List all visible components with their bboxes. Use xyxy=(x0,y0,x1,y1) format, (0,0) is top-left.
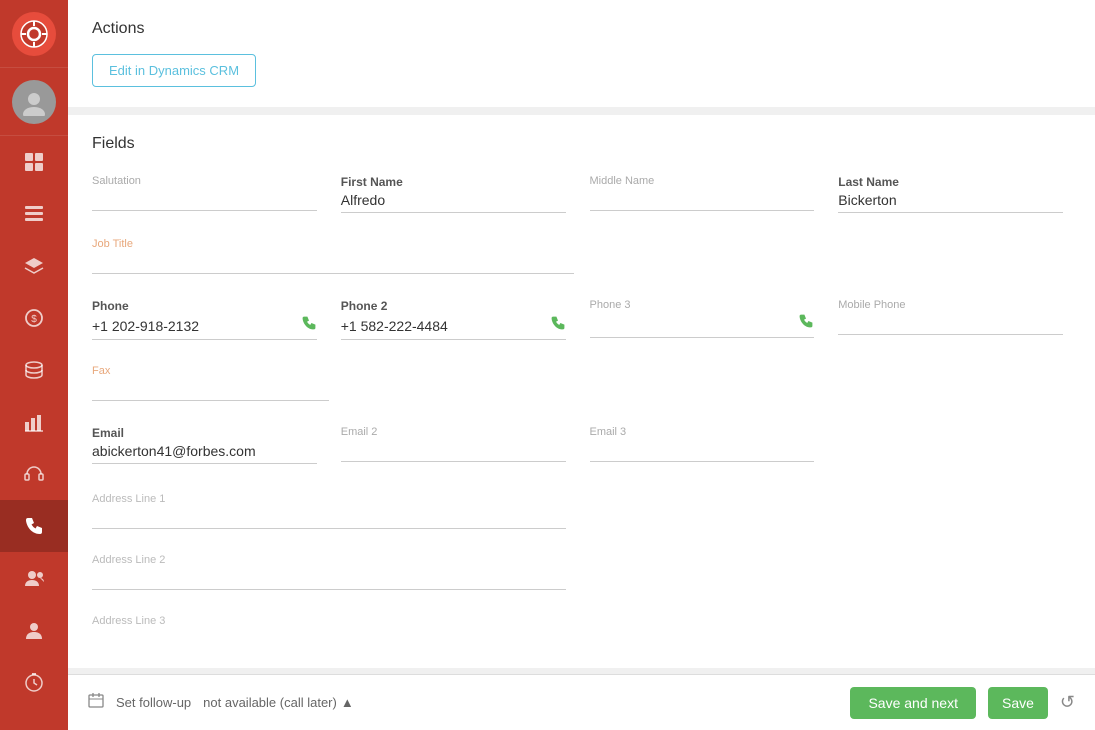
app-logo-icon xyxy=(12,12,56,56)
last-name-label: Last Name xyxy=(838,175,1063,189)
sidebar: $ xyxy=(0,0,68,730)
email-row: Email abickerton41@forbes.com Email 2 Em… xyxy=(92,420,1071,475)
follow-up-select[interactable]: not available (call later) ▲ xyxy=(203,695,354,710)
job-title-label: Job Title xyxy=(92,238,574,250)
phone3-label: Phone 3 xyxy=(590,299,815,311)
phone-icon xyxy=(301,315,317,336)
salutation-field: Salutation xyxy=(92,169,325,224)
email-field: Email abickerton41@forbes.com xyxy=(92,420,325,475)
email3-value[interactable] xyxy=(590,440,815,462)
sidebar-item-layers[interactable] xyxy=(0,240,68,292)
content-area: Actions Edit in Dynamics CRM Fields Salu… xyxy=(68,0,1095,674)
first-name-field: First Name Alfredo xyxy=(341,169,574,224)
phone-field: Phone +1 202-918-2132 xyxy=(92,293,325,351)
empty-col xyxy=(838,420,1071,475)
middle-name-value[interactable] xyxy=(590,189,815,211)
fields-section: Fields Salutation First Name Alfredo Mid… xyxy=(68,115,1095,668)
sidebar-item-timer[interactable] xyxy=(0,656,68,708)
phone-value[interactable]: +1 202-918-2132 xyxy=(92,315,317,340)
phone2-value[interactable]: +1 582-222-4484 xyxy=(341,315,566,340)
email-label: Email xyxy=(92,426,317,440)
mobile-phone-field: Mobile Phone xyxy=(838,293,1071,351)
sidebar-item-headset[interactable] xyxy=(0,448,68,500)
email2-value[interactable] xyxy=(341,440,566,462)
sidebar-item-users-gear[interactable] xyxy=(0,552,68,604)
phone-row: Phone +1 202-918-2132 Phone 2 +1 582-222… xyxy=(92,293,1071,351)
avatar-icon xyxy=(12,80,56,124)
address3-field: Address Line 3 xyxy=(92,609,574,640)
salutation-label: Salutation xyxy=(92,175,317,187)
job-title-field: Job Title xyxy=(92,232,582,285)
email3-label: Email 3 xyxy=(590,426,815,438)
first-name-value[interactable]: Alfredo xyxy=(341,191,566,213)
phone2-icon xyxy=(550,315,566,336)
sidebar-item-chart[interactable] xyxy=(0,396,68,448)
address2-field: Address Line 2 xyxy=(92,548,574,601)
fax-field: Fax xyxy=(92,359,337,412)
user-avatar[interactable] xyxy=(0,68,68,136)
email3-field: Email 3 xyxy=(590,420,823,475)
sidebar-logo xyxy=(0,0,68,68)
bottom-bar: Set follow-up not available (call later)… xyxy=(68,674,1095,730)
edit-dynamics-crm-button[interactable]: Edit in Dynamics CRM xyxy=(92,54,256,87)
mobile-phone-label: Mobile Phone xyxy=(838,299,1063,311)
sidebar-item-person[interactable] xyxy=(0,604,68,656)
sidebar-item-phone[interactable] xyxy=(0,500,68,552)
address1-label: Address Line 1 xyxy=(92,493,566,505)
address2-row: Address Line 2 xyxy=(92,548,1071,601)
address3-row: Address Line 3 xyxy=(92,609,1071,640)
address1-field: Address Line 1 xyxy=(92,487,574,540)
middle-name-label: Middle Name xyxy=(590,175,815,187)
phone3-field: Phone 3 xyxy=(590,293,823,351)
sidebar-nav: $ xyxy=(0,136,68,730)
name-row: Salutation First Name Alfredo Middle Nam… xyxy=(92,169,1071,224)
phone2-label: Phone 2 xyxy=(341,299,566,313)
last-name-field: Last Name Bickerton xyxy=(838,169,1071,224)
last-name-value[interactable]: Bickerton xyxy=(838,191,1063,213)
save-button[interactable]: Save xyxy=(988,687,1048,719)
address2-value[interactable] xyxy=(92,568,566,590)
email2-field: Email 2 xyxy=(341,420,574,475)
fields-title: Fields xyxy=(92,135,1071,153)
address1-value[interactable] xyxy=(92,507,566,529)
email2-label: Email 2 xyxy=(341,426,566,438)
fax-label: Fax xyxy=(92,365,329,377)
address2-label: Address Line 2 xyxy=(92,554,566,566)
sidebar-item-inbox[interactable] xyxy=(0,188,68,240)
phone3-icon xyxy=(798,313,814,334)
svg-text:$: $ xyxy=(31,314,37,325)
phone3-value[interactable] xyxy=(590,313,815,338)
sidebar-item-coins[interactable]: $ xyxy=(0,292,68,344)
save-and-next-button[interactable]: Save and next xyxy=(850,687,976,719)
reset-button[interactable]: ↺ xyxy=(1060,692,1075,713)
first-name-label: First Name xyxy=(341,175,566,189)
job-title-row: Job Title xyxy=(92,232,1071,285)
actions-section: Actions Edit in Dynamics CRM xyxy=(68,0,1095,107)
sidebar-item-dashboard[interactable] xyxy=(0,136,68,188)
salutation-value[interactable] xyxy=(92,189,317,211)
actions-title: Actions xyxy=(92,20,1071,38)
address3-label: Address Line 3 xyxy=(92,615,566,627)
address1-row: Address Line 1 xyxy=(92,487,1071,540)
calendar-icon xyxy=(88,692,104,713)
middle-name-field: Middle Name xyxy=(590,169,823,224)
fax-row: Fax xyxy=(92,359,1071,412)
fax-value[interactable] xyxy=(92,379,329,401)
phone-label: Phone xyxy=(92,299,317,313)
email-value[interactable]: abickerton41@forbes.com xyxy=(92,442,317,464)
follow-up-label: Set follow-up xyxy=(116,695,191,710)
chevron-up-icon: ▲ xyxy=(341,695,354,710)
phone2-field: Phone 2 +1 582-222-4484 xyxy=(341,293,574,351)
mobile-phone-value[interactable] xyxy=(838,313,1063,335)
job-title-value[interactable] xyxy=(92,252,574,274)
main-content: Actions Edit in Dynamics CRM Fields Salu… xyxy=(68,0,1095,730)
sidebar-item-database[interactable] xyxy=(0,344,68,396)
